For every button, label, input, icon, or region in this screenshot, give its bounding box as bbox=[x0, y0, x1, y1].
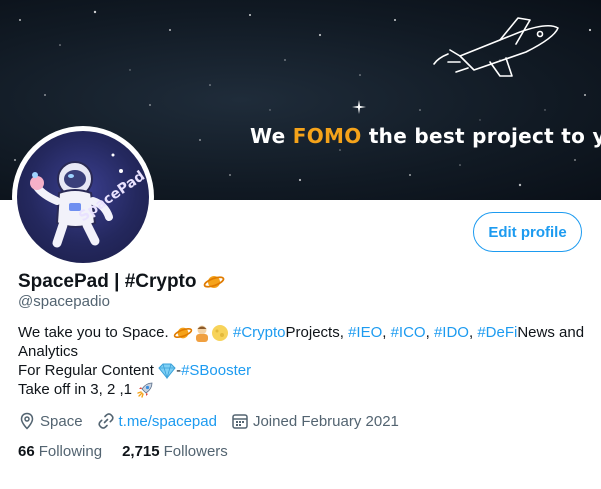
website-link[interactable]: t.me/spacepad bbox=[119, 413, 217, 430]
bio: We take you to Space. #Crypto Projects, … bbox=[18, 323, 593, 399]
rocket-icon bbox=[137, 382, 153, 398]
bio-text: Analytics bbox=[18, 343, 79, 360]
astronaut-logo bbox=[30, 145, 127, 252]
space-shuttle-illustration bbox=[433, 17, 559, 77]
bio-line-1: We take you to Space. #Crypto Projects, … bbox=[18, 323, 593, 342]
following-label: Following bbox=[38, 443, 103, 460]
follow-counts: 66 Following 2,715 Followers bbox=[18, 443, 248, 460]
tagline-pre: We bbox=[250, 124, 293, 148]
hashtag-defi[interactable]: #DeFi bbox=[477, 323, 517, 342]
hashtag-ido[interactable]: #IDO bbox=[434, 323, 469, 342]
join-date-text: Joined February 2021 bbox=[252, 412, 399, 430]
bio-text: News and bbox=[517, 324, 585, 341]
bio-text: Projects, bbox=[285, 324, 344, 341]
profile-name-row: SpacePad | #Crypto bbox=[18, 271, 225, 293]
ringed-planet-icon bbox=[173, 327, 193, 338]
sparkle-icon bbox=[352, 100, 366, 114]
bio-line-3: For Regular Content - #SBooster bbox=[18, 361, 593, 380]
profile-meta: Space t.me/spacepad Joined February 2021 bbox=[18, 412, 413, 430]
avatar[interactable] bbox=[17, 131, 149, 263]
separator: , bbox=[468, 324, 474, 341]
hashtag-sbooster[interactable]: #SBooster bbox=[181, 361, 251, 380]
separator: , bbox=[425, 324, 430, 341]
calendar-icon bbox=[232, 414, 248, 429]
moon-icon bbox=[211, 324, 228, 341]
location-text: Space bbox=[40, 412, 83, 430]
astronaut-icon bbox=[195, 325, 208, 342]
bio-text: We take you to Space. bbox=[18, 324, 169, 341]
bio-line-4: Take off in 3, 2 ,1 bbox=[18, 380, 593, 399]
edit-profile-button[interactable]: Edit profile bbox=[473, 212, 582, 252]
following-link[interactable]: 66 Following bbox=[18, 443, 102, 460]
bio-text: Take off in 3, 2 ,1 bbox=[18, 381, 132, 398]
hashtag-ieo[interactable]: #IEO bbox=[348, 323, 382, 342]
bio-text: For Regular Content bbox=[18, 362, 154, 379]
hashtag-ico[interactable]: #ICO bbox=[391, 323, 426, 342]
banner-tagline: We FOMO the best project to you. bbox=[250, 124, 601, 148]
diamond-icon bbox=[158, 363, 176, 379]
followers-link[interactable]: 2,715 Followers bbox=[122, 443, 228, 460]
join-date: Joined February 2021 bbox=[231, 412, 399, 430]
following-count: 66 bbox=[18, 443, 35, 460]
ringed-planet-icon bbox=[203, 276, 224, 288]
location: Space bbox=[18, 412, 83, 430]
display-name: SpacePad | #Crypto bbox=[18, 271, 197, 292]
followers-label: Followers bbox=[163, 443, 228, 460]
link-icon bbox=[97, 413, 114, 429]
hashtag-crypto[interactable]: #Crypto bbox=[233, 323, 286, 342]
handle: @spacepadio bbox=[18, 293, 110, 310]
website[interactable]: t.me/spacepad bbox=[97, 412, 217, 430]
tagline-accent: FOMO bbox=[292, 124, 362, 148]
separator: , bbox=[382, 324, 387, 341]
location-pin-icon bbox=[20, 412, 34, 430]
followers-count: 2,715 bbox=[122, 443, 160, 460]
bio-line-2: Analytics bbox=[18, 342, 593, 361]
tagline-post: the best project to you. bbox=[368, 124, 601, 148]
